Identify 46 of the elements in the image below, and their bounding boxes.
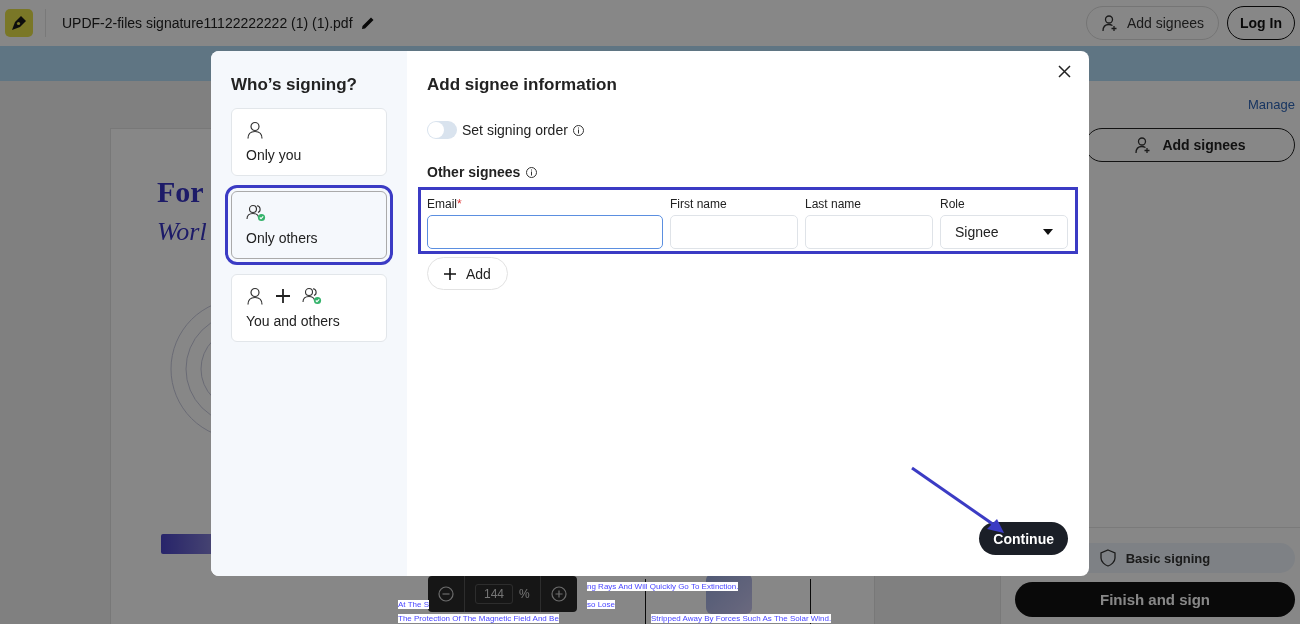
shield-icon: [1099, 549, 1116, 567]
zoom-field[interactable]: 144: [475, 584, 514, 604]
zoom-in-icon[interactable]: [550, 586, 567, 602]
document-text: At The S: [398, 600, 429, 609]
signer-option[interactable]: Only you: [231, 108, 387, 176]
document-text: ng Rays And Will Quickly Go To Extinction.: [587, 582, 739, 591]
document-text: Stripped Away By Forces Such As The Solar Wind.: [651, 614, 832, 623]
person-icon: [246, 121, 264, 139]
zoom-unit: %: [519, 587, 530, 601]
close-icon[interactable]: [1058, 65, 1071, 78]
group-icon: [302, 287, 322, 305]
group-icon: [246, 204, 266, 222]
login-button[interactable]: Log In: [1227, 6, 1295, 40]
continue-button[interactable]: Continue: [979, 522, 1068, 555]
person-icon: [246, 287, 264, 305]
caret-icon: [1043, 229, 1053, 235]
field-label: Last name: [805, 197, 863, 211]
document-text: The Protection Of The Magnetic Field And Be: [398, 614, 559, 623]
field-label: First name: [670, 197, 728, 211]
add-signees-button[interactable]: Add signees: [1085, 6, 1219, 40]
plus-icon: [444, 267, 456, 280]
field-label: Role: [940, 197, 966, 211]
file-name: UPDF-2-files signature11122222222 (1) (1).pdf: [62, 15, 353, 31]
add-button[interactable]: Add: [427, 257, 508, 290]
add-person-icon: [1100, 14, 1119, 32]
dialog-heading: Who’s signing?: [231, 75, 358, 95]
dialog-title: Add signee information: [427, 75, 617, 95]
finish-and-sign-button[interactable]: Finish and sign: [1015, 582, 1295, 617]
plus-icon: [276, 289, 290, 303]
info-icon[interactable]: [526, 166, 538, 178]
role-dropdown[interactable]: Signee: [940, 215, 1068, 249]
other-signees-label: Other signees: [427, 164, 521, 180]
document-title: For: [157, 175, 204, 209]
add-person-icon: [1134, 136, 1153, 154]
field-label: Email*: [427, 197, 463, 211]
signing-order-toggle[interactable]: [427, 121, 457, 139]
app-logo-icon[interactable]: [5, 9, 33, 37]
signer-option[interactable]: You and others: [231, 274, 387, 342]
info-icon[interactable]: [572, 124, 584, 136]
document-text: so Lose: [587, 600, 616, 609]
input-field[interactable]: [427, 215, 663, 249]
manage-link[interactable]: Manage: [1248, 97, 1295, 112]
zoom-out-icon[interactable]: [438, 586, 454, 602]
document-subtitle: Worl: [157, 217, 207, 247]
pencil-icon[interactable]: [360, 16, 375, 30]
signing-order-label: Set signing order: [462, 122, 568, 138]
